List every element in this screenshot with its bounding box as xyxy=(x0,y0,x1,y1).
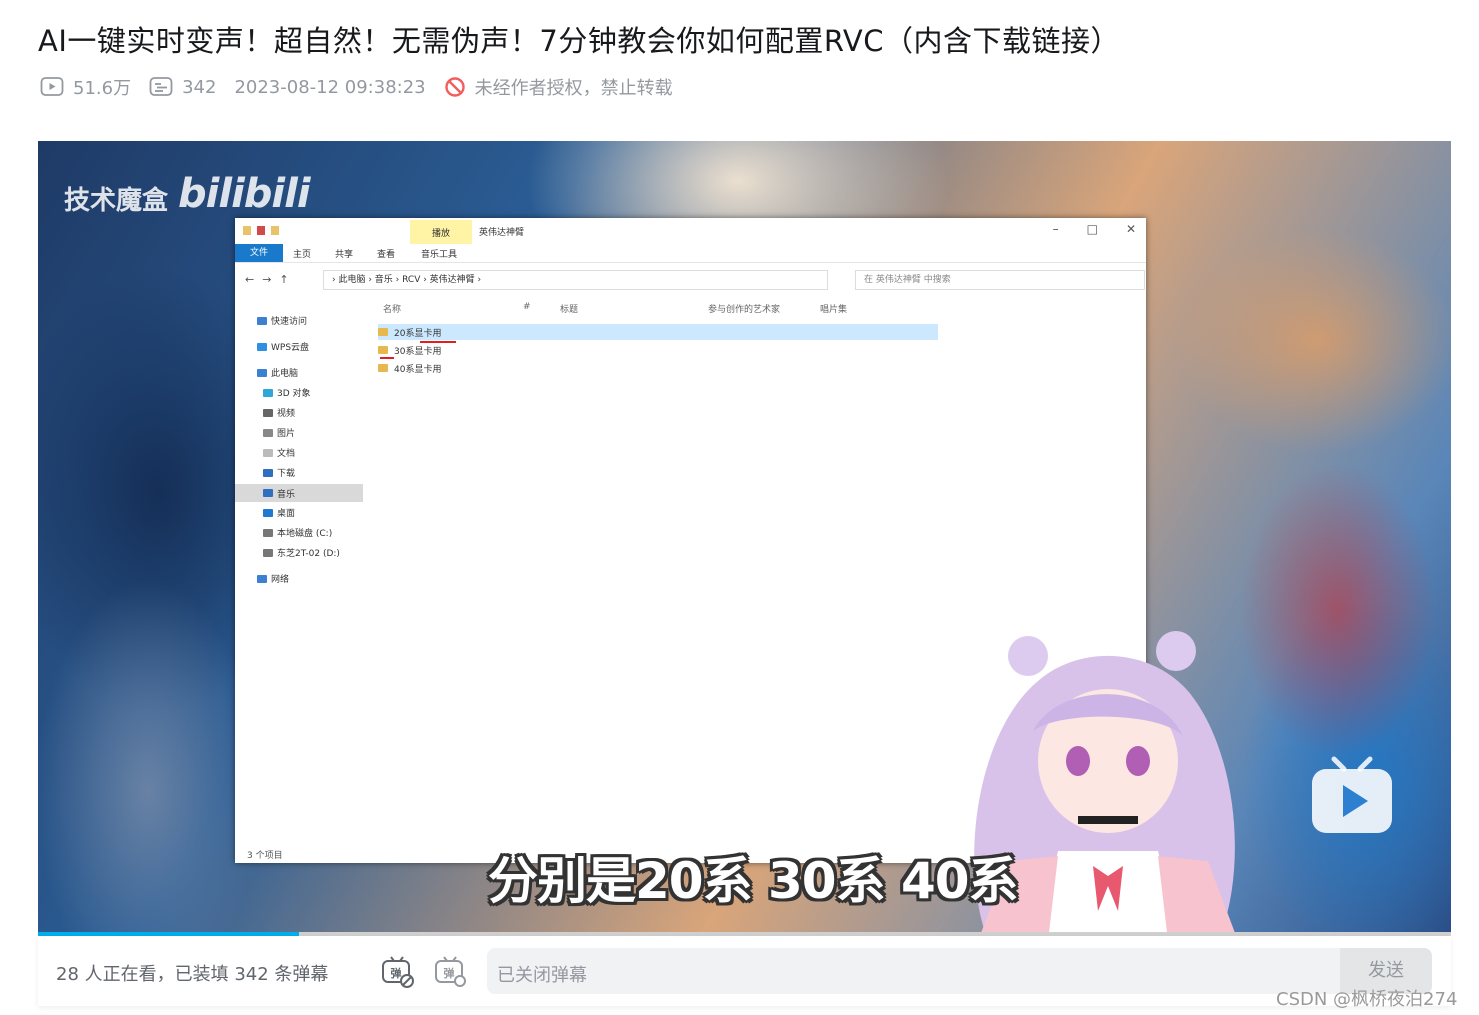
nav-item-label: 下载 xyxy=(277,469,296,479)
explorer-address-bar: ←→↑ › 此电脑 › 音乐 › RCV › 英伟达神臂 › 在 英伟达神臂 中… xyxy=(235,268,1146,292)
nav-item-label: 音乐 xyxy=(277,489,296,500)
nav-item: 桌面 xyxy=(263,506,295,519)
nav-arrows-icon: ←→↑ xyxy=(245,273,297,286)
nav-item-label: 视频 xyxy=(277,409,296,419)
nav-item: 本地磁盘 (C:) xyxy=(263,526,332,539)
column-header: 参与创作的艺术家 xyxy=(708,305,781,315)
nav-item-label: 文档 xyxy=(277,449,296,459)
nav-item-label: 此电脑 xyxy=(271,369,299,379)
nav-item: 图片 xyxy=(263,426,295,439)
watermark-channel: 技术魔盒 xyxy=(64,186,169,216)
video-title: AI一键实时变声！超自然！无需伪声！7分钟教会你如何配置RVC（内含下载链接） xyxy=(38,24,1120,58)
nav-item: 文档 xyxy=(263,446,295,459)
danmaku-count-text: 342 xyxy=(182,76,217,98)
copyright-text: 未经作者授权，禁止转载 xyxy=(474,78,673,99)
bilibili-tv-icon xyxy=(1312,756,1392,833)
video-meta: 51.6万 342 2023-08-12 09:38:23 未经作者授权，禁止转… xyxy=(40,74,691,100)
close-icon: ✕ xyxy=(1125,222,1136,236)
column-header: # xyxy=(523,302,531,312)
explorer-titlebar: 播放 英伟达神臂 – □ ✕ xyxy=(235,218,1146,244)
nav-item-label: 桌面 xyxy=(277,509,296,519)
folder-icon xyxy=(378,328,388,336)
nav-item: 网络 xyxy=(257,572,289,585)
quick-access-toolbar xyxy=(243,226,279,235)
explorer-window-title: 英伟达神臂 xyxy=(479,228,525,238)
file-name: 20系显卡用 xyxy=(394,328,442,339)
explorer-column-headers: 名称 # 标题 参与创作的艺术家 唱片集 xyxy=(375,302,1135,318)
danmaku-settings-icon[interactable]: 弹 xyxy=(433,954,467,988)
nav-item-label: 网络 xyxy=(271,575,290,585)
video-subtitle: 分别是20系 30系 40系 xyxy=(488,852,1019,910)
explorer-path: › 此电脑 › 音乐 › RCV › 英伟达神臂 › xyxy=(323,270,828,290)
folder-icon xyxy=(378,346,388,354)
file-name: 30系显卡用 xyxy=(394,346,442,357)
nav-item: 视频 xyxy=(263,406,295,419)
ribbon-tab-file: 文件 xyxy=(235,244,283,262)
column-header: 唱片集 xyxy=(820,305,848,315)
minimize-icon: – xyxy=(1052,222,1059,236)
danmaku-bar: 28 人正在看，已装填 342 条弹幕 弹 弹 已关闭弹幕 发送 xyxy=(38,936,1451,1006)
new-folder-icon xyxy=(271,226,279,235)
view-count: 51.6万 xyxy=(40,74,131,100)
explorer-search: 在 英伟达神臂 中搜索 xyxy=(855,270,1145,290)
nav-item: 3D 对象 xyxy=(263,386,311,399)
nav-item: 东芝2T-02 (D:) xyxy=(263,546,340,559)
explorer-ribbon: 文件 主页 共享 查看 音乐工具 xyxy=(235,244,1146,263)
ribbon-tab-view: 查看 xyxy=(377,250,396,260)
svg-text:弹: 弹 xyxy=(444,966,455,980)
nav-item: WPS云盘 xyxy=(257,340,309,353)
ribbon-tab-share: 共享 xyxy=(335,250,354,260)
video-player[interactable]: 技术魔盒 bilibili 播放 英伟达神臂 – □ ✕ 文件 主页 共享 查看… xyxy=(38,141,1451,935)
copyright-notice: 未经作者授权，禁止转载 xyxy=(444,74,673,100)
explorer-nav-pane: 快速访问 WPS云盘 此电脑 3D 对象 视频 图片 文档 下载 音乐 桌面 本… xyxy=(235,306,367,826)
view-count-text: 51.6万 xyxy=(73,78,132,99)
nav-item: 下载 xyxy=(263,466,295,479)
play-context-tab: 播放 xyxy=(410,220,472,244)
svg-text:弹: 弹 xyxy=(391,966,402,980)
nav-item: 此电脑 xyxy=(257,366,298,379)
danmaku-input-placeholder: 已关闭弹幕 xyxy=(497,965,587,986)
window-controls: – □ ✕ xyxy=(1053,222,1136,236)
publish-datetime: 2023-08-12 09:38:23 xyxy=(234,76,426,98)
ribbon-tab-home: 主页 xyxy=(293,250,312,260)
nav-item-label: 3D 对象 xyxy=(277,389,311,399)
folder-icon xyxy=(243,226,251,235)
channel-watermark: 技术魔盒 bilibili xyxy=(64,171,311,217)
nav-item: 快速访问 xyxy=(257,314,307,327)
red-underline xyxy=(380,357,394,359)
danmaku-toggle-icon[interactable]: 弹 xyxy=(380,954,414,988)
nav-item-label: 快速访问 xyxy=(271,317,308,327)
nav-item-label: WPS云盘 xyxy=(271,343,310,353)
file-row: 20系显卡用 xyxy=(378,324,938,340)
danmaku-count: 342 xyxy=(149,76,216,98)
ribbon-tab-music-tools: 音乐工具 xyxy=(421,250,458,260)
play-count-icon xyxy=(40,77,64,96)
file-row: 40系显卡用 xyxy=(378,360,441,376)
maximize-icon: □ xyxy=(1086,222,1098,236)
viewers-text: 28 人正在看，已装填 342 条弹幕 xyxy=(56,964,329,985)
nav-item-selected: 音乐 xyxy=(235,484,363,502)
folder-icon xyxy=(378,364,388,372)
csdn-watermark: CSDN @枫桥夜泊274 xyxy=(1276,989,1458,1010)
red-underline xyxy=(420,341,456,343)
explorer-status: 3 个项目 xyxy=(247,851,283,861)
danmaku-count-icon xyxy=(149,77,173,96)
nav-item-label: 东芝2T-02 (D:) xyxy=(277,549,340,559)
column-header: 标题 xyxy=(560,305,579,315)
no-repost-icon xyxy=(444,77,465,97)
watermark-brand: bilibili xyxy=(178,171,311,217)
nav-item-label: 图片 xyxy=(277,429,296,439)
file-name: 40系显卡用 xyxy=(394,364,442,375)
properties-icon xyxy=(257,226,265,235)
nav-item-label: 本地磁盘 (C:) xyxy=(277,529,333,539)
file-row: 30系显卡用 xyxy=(378,342,441,358)
column-header: 名称 xyxy=(383,305,402,315)
